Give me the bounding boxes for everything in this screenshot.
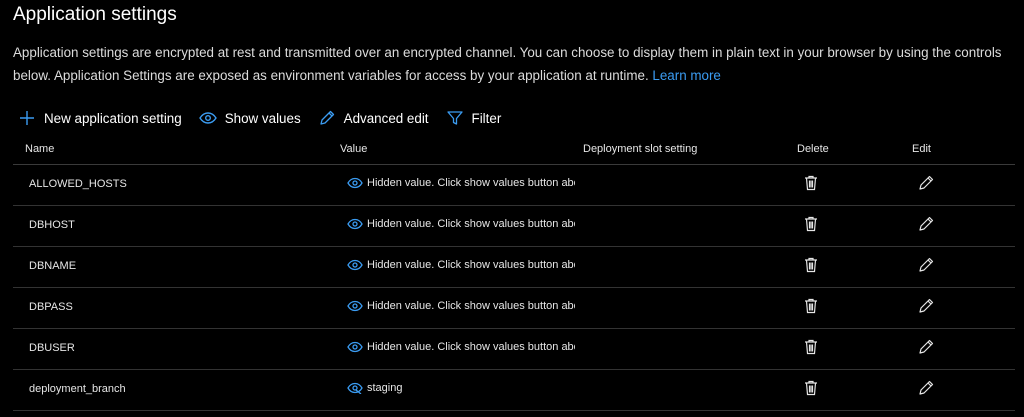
show-values-label: Show values	[224, 110, 301, 126]
pencil-icon	[918, 298, 934, 317]
setting-value: Hidden value. Click show values button a…	[347, 259, 575, 271]
edit-button[interactable]	[918, 175, 934, 194]
filter-icon	[446, 109, 464, 127]
trash-icon	[804, 216, 818, 235]
setting-value: Hidden value. Click show values button a…	[347, 218, 575, 230]
eye-icon[interactable]	[347, 259, 363, 271]
eye-icon[interactable]	[347, 177, 363, 189]
setting-value-text: Hidden value. Click show values button a…	[367, 341, 575, 353]
table-header: Name Value Deployment slot setting Delet…	[13, 136, 1015, 165]
trash-icon	[804, 339, 818, 358]
delete-button[interactable]	[804, 257, 818, 276]
setting-value-text: Hidden value. Click show values button a…	[367, 218, 575, 230]
table-row: DBHOST Hidden value. Click show values b…	[13, 206, 1015, 247]
setting-value-text: Hidden value. Click show values button a…	[367, 259, 575, 271]
table-row: DBNAME Hidden value. Click show values b…	[13, 247, 1015, 288]
header-slot-setting[interactable]: Deployment slot setting	[583, 143, 697, 155]
setting-value: Hidden value. Click show values button a…	[347, 341, 575, 353]
table-row: DBUSER Hidden value. Click show values b…	[13, 329, 1015, 370]
setting-name: ALLOWED_HOSTS	[29, 178, 127, 190]
table-row: ALLOWED_HOSTS Hidden value. Click show v…	[13, 165, 1015, 206]
edit-button[interactable]	[918, 216, 934, 235]
eye-icon[interactable]	[347, 218, 363, 230]
edit-button[interactable]	[918, 380, 934, 399]
edit-button[interactable]	[918, 257, 934, 276]
trash-icon	[804, 380, 818, 399]
description: Application settings are encrypted at re…	[13, 41, 1013, 87]
eye-slash-icon[interactable]	[347, 382, 363, 394]
setting-value-text: staging	[367, 382, 403, 394]
setting-name: DBHOST	[29, 219, 75, 231]
delete-button[interactable]	[804, 298, 818, 317]
edit-button[interactable]	[918, 298, 934, 317]
eye-icon[interactable]	[347, 341, 363, 353]
header-edit: Edit	[912, 143, 931, 155]
delete-button[interactable]	[804, 175, 818, 194]
eye-icon	[198, 109, 217, 127]
settings-table: Name Value Deployment slot setting Delet…	[13, 136, 1015, 411]
trash-icon	[804, 257, 818, 276]
header-name[interactable]: Name	[25, 143, 54, 155]
setting-value-text: Hidden value. Click show values button a…	[367, 177, 575, 189]
pencil-icon	[918, 339, 934, 358]
setting-value: Hidden value. Click show values button a…	[347, 177, 575, 189]
new-application-setting-label: New application setting	[44, 110, 182, 126]
header-delete: Delete	[797, 143, 829, 155]
setting-name: DBPASS	[29, 301, 73, 313]
filter-label: Filter	[471, 110, 502, 126]
setting-name: deployment_branch	[29, 383, 126, 395]
edit-button[interactable]	[918, 339, 934, 358]
trash-icon	[804, 175, 818, 194]
show-values-button[interactable]: Show values	[198, 109, 301, 127]
pencil-icon	[918, 175, 934, 194]
setting-value-text: Hidden value. Click show values button a…	[367, 300, 575, 312]
setting-value: staging	[347, 382, 575, 394]
setting-value: Hidden value. Click show values button a…	[347, 300, 575, 312]
filter-button[interactable]: Filter	[446, 109, 502, 127]
setting-name: DBUSER	[29, 342, 75, 354]
new-application-setting-button[interactable]: New application setting	[18, 109, 182, 127]
toolbar: New application setting Show values Adva…	[18, 104, 518, 132]
eye-icon[interactable]	[347, 300, 363, 312]
pencil-icon	[318, 109, 336, 127]
description-text: Application settings are encrypted at re…	[13, 45, 1002, 83]
pencil-icon	[918, 380, 934, 399]
pencil-icon	[918, 216, 934, 235]
header-value[interactable]: Value	[340, 143, 367, 155]
delete-button[interactable]	[804, 339, 818, 358]
page-title: Application settings	[13, 4, 177, 25]
table-row: deployment_branch staging	[13, 370, 1015, 411]
table-body: ALLOWED_HOSTS Hidden value. Click show v…	[13, 165, 1015, 411]
plus-icon	[18, 109, 36, 127]
trash-icon	[804, 298, 818, 317]
table-row: DBPASS Hidden value. Click show values b…	[13, 288, 1015, 329]
advanced-edit-button[interactable]: Advanced edit	[318, 109, 429, 127]
advanced-edit-label: Advanced edit	[343, 110, 429, 126]
setting-name: DBNAME	[29, 260, 77, 272]
pencil-icon	[918, 257, 934, 276]
delete-button[interactable]	[804, 380, 818, 399]
learn-more-link[interactable]: Learn more	[652, 68, 720, 83]
delete-button[interactable]	[804, 216, 818, 235]
